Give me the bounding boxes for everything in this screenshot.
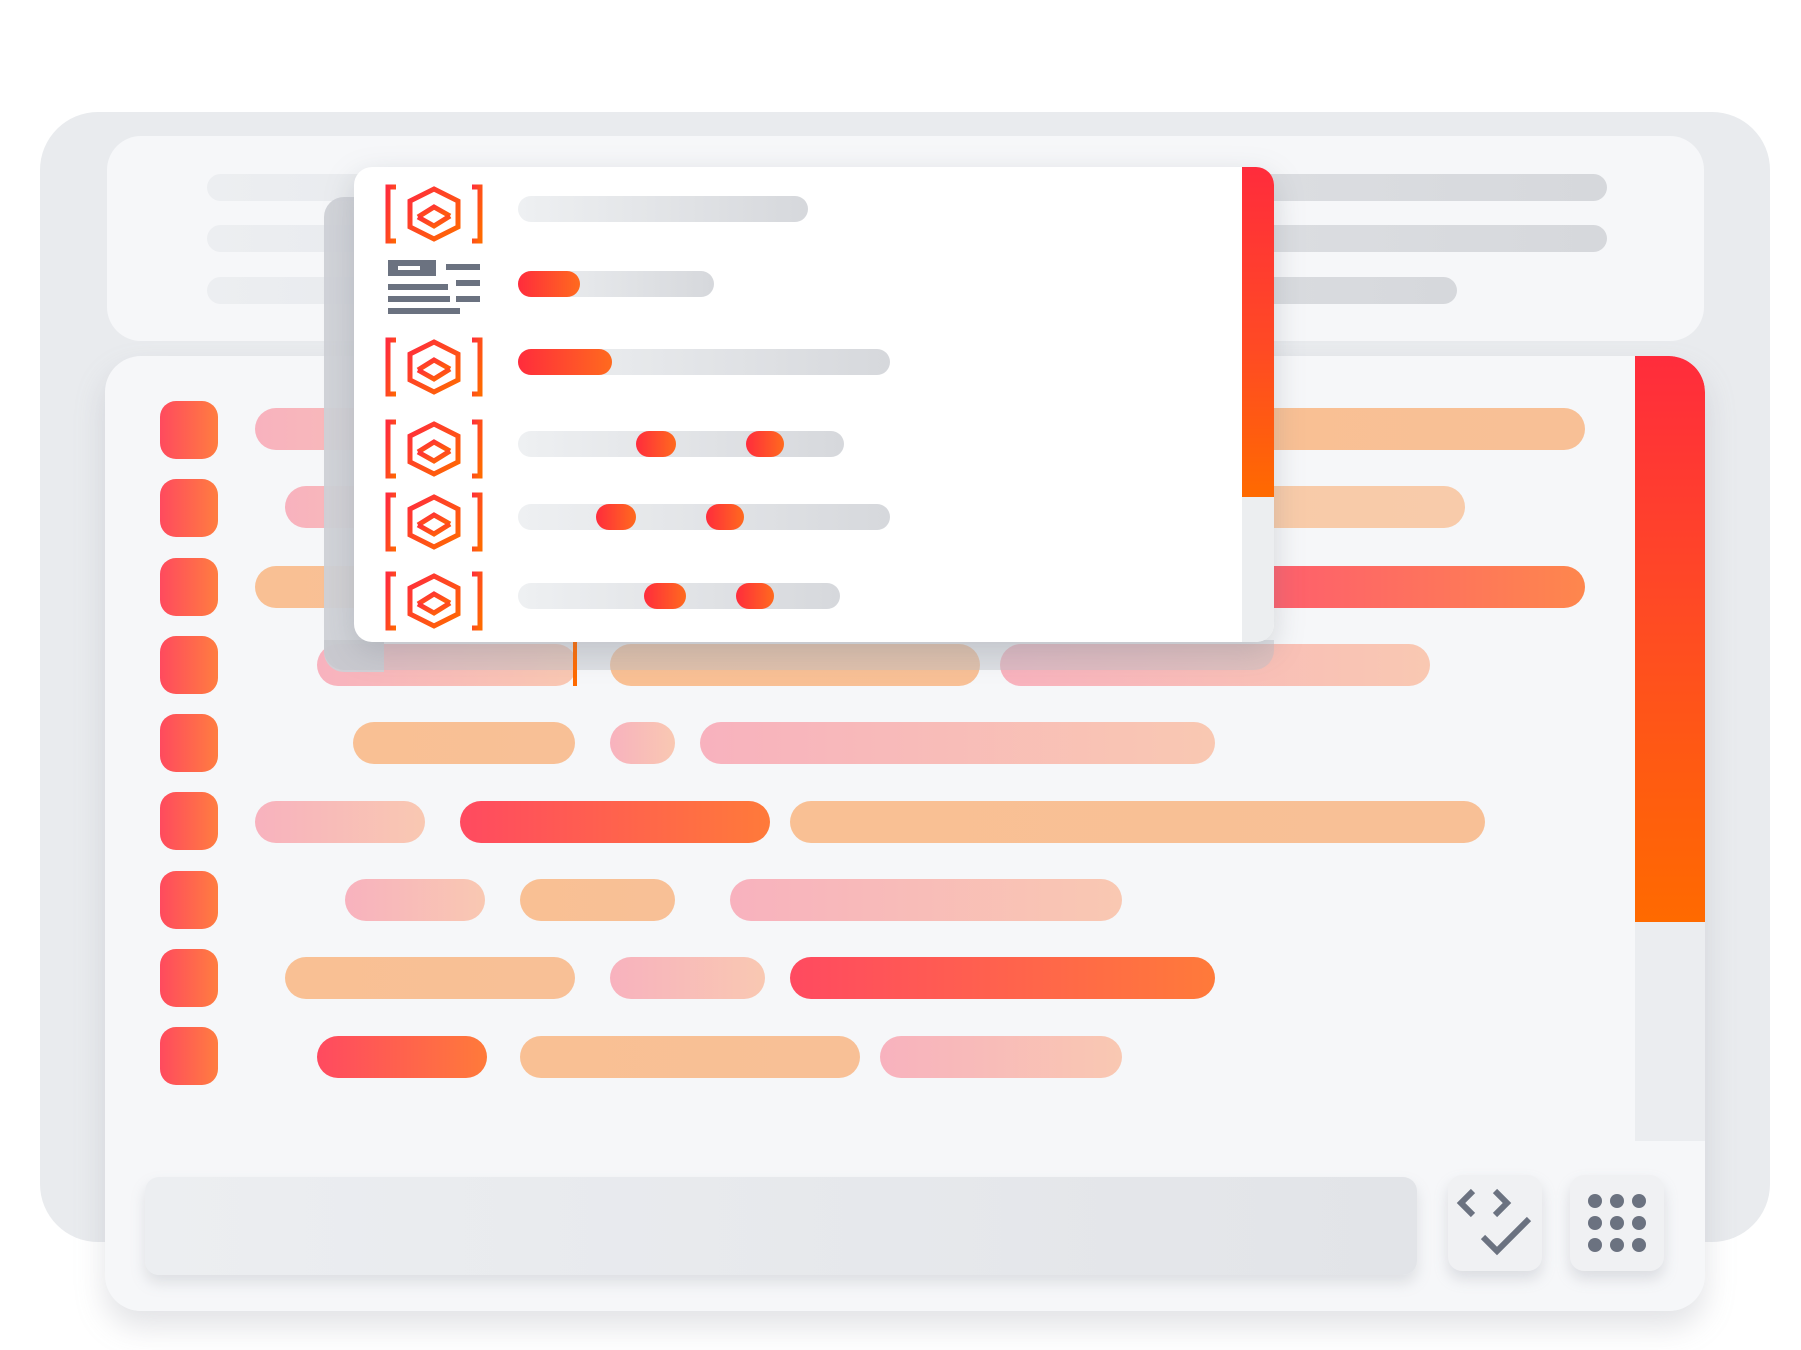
code-token xyxy=(610,957,765,999)
suggestion-text xyxy=(518,196,808,222)
code-token xyxy=(460,801,770,843)
apps-button[interactable] xyxy=(1570,1175,1664,1271)
code-token xyxy=(790,801,1485,843)
module-icon xyxy=(384,336,484,398)
match-highlight xyxy=(596,504,636,530)
code-token xyxy=(1245,566,1585,608)
row-handle[interactable] xyxy=(160,558,218,616)
code-token xyxy=(880,1036,1122,1078)
row-handle[interactable] xyxy=(160,949,218,1007)
match-highlight xyxy=(518,271,580,297)
command-input[interactable] xyxy=(145,1177,1417,1275)
suggestion-item[interactable] xyxy=(354,485,1234,555)
code-token xyxy=(345,879,485,921)
match-highlight xyxy=(706,504,744,530)
row-handle[interactable] xyxy=(160,479,218,537)
module-icon xyxy=(384,570,484,632)
suggestion-item[interactable] xyxy=(354,330,1234,400)
module-icon xyxy=(384,183,484,245)
code-token xyxy=(730,879,1122,921)
code-token xyxy=(520,879,675,921)
match-highlight xyxy=(746,431,784,457)
suggestion-item[interactable] xyxy=(354,252,1234,322)
popup-scrollbar-thumb[interactable] xyxy=(1242,167,1274,497)
bottom-toolbar xyxy=(105,1141,1705,1311)
suggestion-text xyxy=(518,431,844,457)
code-token xyxy=(1245,408,1585,450)
module-icon xyxy=(384,491,484,553)
grid-dots-icon xyxy=(1588,1194,1646,1252)
suggestion-text xyxy=(518,349,890,375)
suggestion-text xyxy=(518,504,890,530)
code-token xyxy=(790,957,1215,999)
code-token xyxy=(520,1036,860,1078)
snippet-icon xyxy=(388,260,480,314)
suggestion-item[interactable] xyxy=(354,177,1234,247)
row-handle[interactable] xyxy=(160,1027,218,1085)
row-handle[interactable] xyxy=(160,871,218,929)
code-token xyxy=(353,722,575,764)
suggestion-text xyxy=(518,583,840,609)
match-highlight xyxy=(636,431,676,457)
code-check-icon xyxy=(1456,1188,1532,1256)
code-token xyxy=(700,722,1215,764)
suggestion-text xyxy=(518,271,714,297)
code-token xyxy=(1245,486,1465,528)
suggestion-item[interactable] xyxy=(354,412,1234,482)
code-token xyxy=(255,801,425,843)
autocomplete-popup[interactable] xyxy=(354,167,1274,642)
match-highlight xyxy=(736,583,774,609)
row-handle[interactable] xyxy=(160,714,218,772)
suggestion-item[interactable] xyxy=(354,564,1234,634)
code-token xyxy=(285,957,575,999)
validate-button[interactable] xyxy=(1448,1175,1542,1271)
code-token xyxy=(610,722,675,764)
row-handle[interactable] xyxy=(160,792,218,850)
editor-scrollbar-thumb[interactable] xyxy=(1635,356,1705,922)
module-icon xyxy=(384,418,484,480)
code-token xyxy=(317,1036,487,1078)
popup-shadow xyxy=(324,640,1274,670)
row-handle[interactable] xyxy=(160,401,218,459)
row-handle[interactable] xyxy=(160,636,218,694)
match-highlight xyxy=(644,583,686,609)
text-caret xyxy=(573,640,577,686)
match-highlight xyxy=(518,349,612,375)
